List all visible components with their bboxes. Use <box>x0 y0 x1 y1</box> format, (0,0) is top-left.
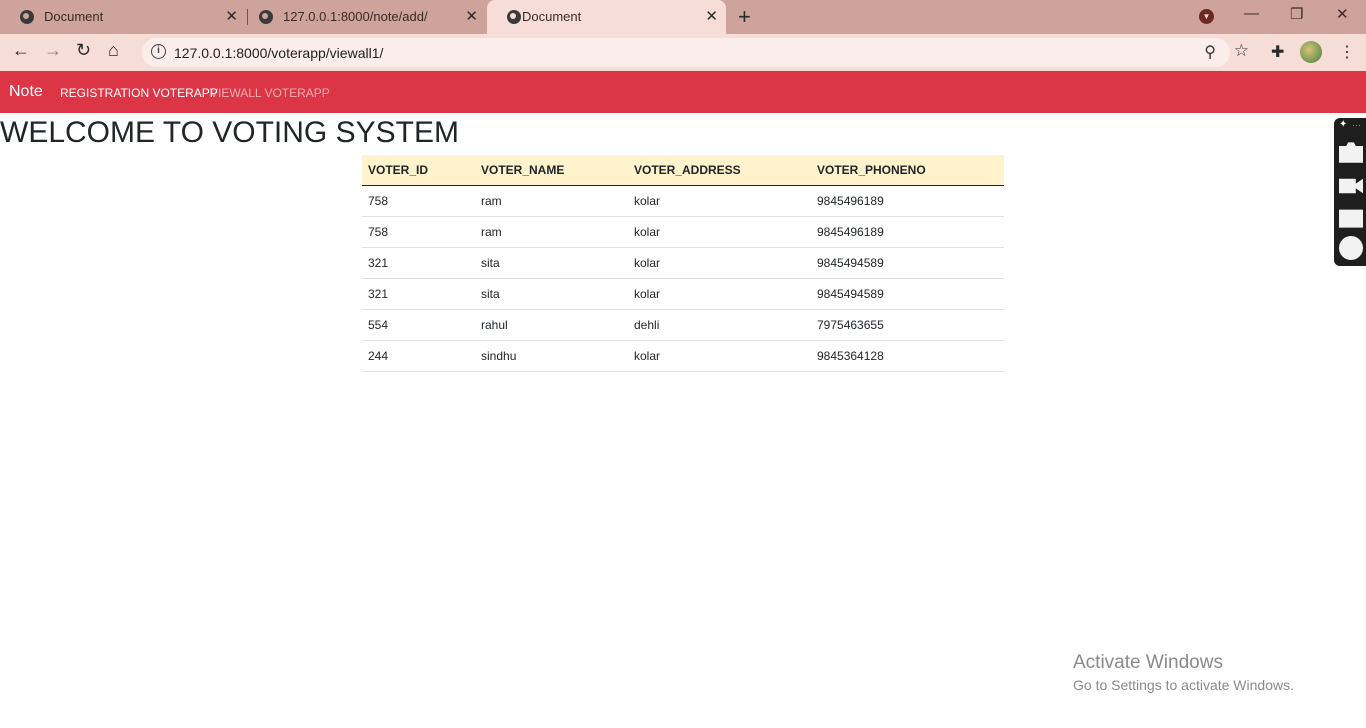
cell-voter-phoneno: 9845494589 <box>811 278 1004 310</box>
app-navbar: Note REGISTRATION VOTERAPP VIEWALL VOTER… <box>0 71 1366 113</box>
table-row: 758 ram kolar 9845496189 <box>362 185 1004 217</box>
cell-voter-address: kolar <box>628 278 811 310</box>
cell-voter-address: kolar <box>628 247 811 279</box>
table-row: 244 sindhu kolar 9845364128 <box>362 340 1004 372</box>
cell-voter-phoneno: 9845364128 <box>811 340 1004 372</box>
cell-voter-phoneno: 9845496189 <box>811 185 1004 217</box>
column-header-voter-phoneno: VOTER_PHONENO <box>811 155 1004 186</box>
globe-icon <box>20 10 34 24</box>
cell-voter-address: dehli <box>628 309 811 341</box>
page-heading: WELCOME TO VOTING SYSTEM <box>0 116 459 149</box>
browser-toolbar: ← → ↻ ⌂ i 127.0.0.1:8000/voterapp/viewal… <box>0 34 1366 71</box>
cell-voter-phoneno: 9845496189 <box>811 216 1004 248</box>
cell-voter-address: kolar <box>628 185 811 217</box>
table-header-row: VOTER_ID VOTER_NAME VOTER_ADDRESS VOTER_… <box>362 155 1004 186</box>
profile-avatar[interactable] <box>1300 41 1322 63</box>
cell-voter-address: kolar <box>628 216 811 248</box>
minimize-button[interactable]: — <box>1244 5 1259 22</box>
url-text[interactable]: 127.0.0.1:8000/voterapp/viewall1/ <box>174 45 383 61</box>
tab-search-icon[interactable]: ▼ <box>1199 9 1214 24</box>
gear-icon[interactable] <box>1339 236 1363 260</box>
forward-arrow-icon[interactable]: → <box>44 40 62 61</box>
tab-document-1[interactable]: Document ✕ <box>0 0 246 34</box>
tab-bar: Document ✕ 127.0.0.1:8000/note/add/ ✕ Do… <box>0 0 1366 34</box>
new-tab-button[interactable]: + <box>738 4 751 30</box>
tab-close-icon[interactable]: ✕ <box>705 7 718 25</box>
browser-menu-icon[interactable]: ⋮ <box>1339 42 1355 62</box>
tab-title: 127.0.0.1:8000/note/add/ <box>283 9 428 24</box>
cell-voter-phoneno: 9845494589 <box>811 247 1004 279</box>
cell-voter-id: 321 <box>362 247 475 279</box>
home-icon[interactable]: ⌂ <box>108 40 119 61</box>
nav-link-registration[interactable]: REGISTRATION VOTERAPP <box>60 86 218 100</box>
cell-voter-name: sita <box>475 247 628 279</box>
cell-voter-name: sindhu <box>475 340 628 372</box>
table-row: 758 ram kolar 9845496189 <box>362 216 1004 248</box>
camera-icon[interactable] <box>1339 142 1363 163</box>
tab-document-active[interactable]: Document ✕ <box>487 0 726 34</box>
restore-button[interactable]: ❐ <box>1290 5 1303 23</box>
bookmark-star-icon[interactable]: ☆ <box>1234 41 1249 61</box>
activate-windows-subtitle: Go to Settings to activate Windows. <box>1073 677 1294 693</box>
nav-link-viewall[interactable]: VIEWALL VOTERAPP <box>210 86 330 100</box>
site-info-icon[interactable]: i <box>151 44 166 59</box>
table-row: 321 sita kolar 9845494589 <box>362 278 1004 310</box>
video-icon[interactable] <box>1339 178 1363 194</box>
tab-note-add[interactable]: 127.0.0.1:8000/note/add/ ✕ <box>239 0 486 34</box>
column-header-voter-id: VOTER_ID <box>362 155 475 186</box>
tab-title: Document <box>522 9 582 24</box>
cell-voter-name: ram <box>475 185 628 217</box>
table-row: 321 sita kolar 9845494589 <box>362 247 1004 279</box>
reload-icon[interactable]: ↻ <box>76 40 91 61</box>
pin-icon[interactable]: ✦ <box>1339 119 1347 130</box>
cell-voter-id: 321 <box>362 278 475 310</box>
gallery-icon[interactable] <box>1339 209 1363 228</box>
back-arrow-icon[interactable]: ← <box>12 40 30 61</box>
cell-voter-address: kolar <box>628 340 811 372</box>
window-close-button[interactable]: ✕ <box>1336 5 1349 23</box>
globe-icon <box>259 10 273 24</box>
column-header-voter-name: VOTER_NAME <box>475 155 628 186</box>
capture-side-toolbar: ✦ ··· <box>1334 118 1366 266</box>
address-bar[interactable]: i 127.0.0.1:8000/voterapp/viewall1/ ⚲ ☆ <box>142 38 1249 67</box>
voter-table: VOTER_ID VOTER_NAME VOTER_ADDRESS VOTER_… <box>362 155 1004 372</box>
tab-title: Document <box>44 9 104 24</box>
more-dots-icon[interactable]: ··· <box>1352 120 1361 130</box>
cell-voter-id: 758 <box>362 185 475 217</box>
navbar-brand[interactable]: Note <box>9 83 43 101</box>
cell-voter-phoneno: 7975463655 <box>811 309 1004 341</box>
cell-voter-name: ram <box>475 216 628 248</box>
zoom-icon[interactable]: ⚲ <box>1204 42 1216 62</box>
activate-windows-title: Activate Windows <box>1073 652 1223 673</box>
tab-close-icon[interactable]: ✕ <box>465 7 478 25</box>
table-row: 554 rahul dehli 7975463655 <box>362 309 1004 341</box>
cell-voter-name: rahul <box>475 309 628 341</box>
extensions-puzzle-icon[interactable]: ✚ <box>1271 42 1284 62</box>
globe-icon <box>507 10 521 24</box>
cell-voter-name: sita <box>475 278 628 310</box>
column-header-voter-address: VOTER_ADDRESS <box>628 155 811 186</box>
cell-voter-id: 758 <box>362 216 475 248</box>
cell-voter-id: 554 <box>362 309 475 341</box>
cell-voter-id: 244 <box>362 340 475 372</box>
tab-close-icon[interactable]: ✕ <box>225 7 238 25</box>
